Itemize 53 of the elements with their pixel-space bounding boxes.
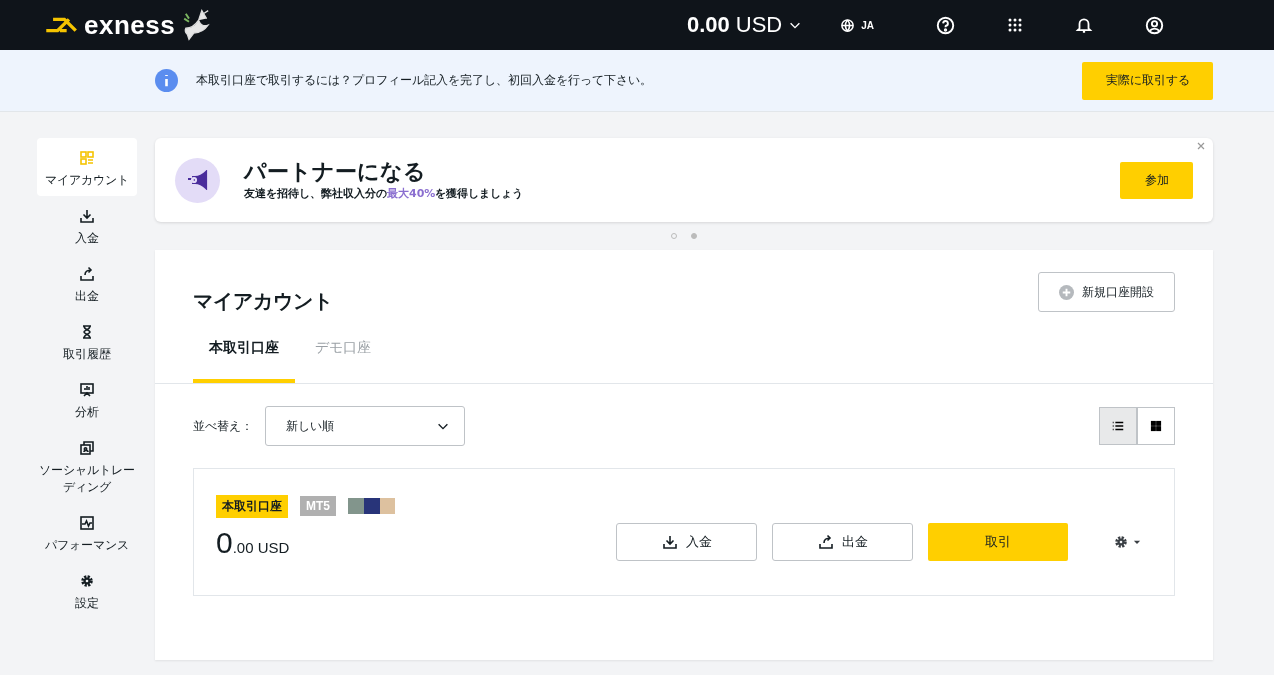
presentation-icon [79, 382, 95, 399]
apps-icon [1007, 17, 1023, 33]
account-type-badge: 本取引口座 [216, 494, 288, 518]
account-icon [1145, 15, 1164, 35]
new-account-button[interactable]: 新規口座開設 [1038, 272, 1175, 312]
horn-icon [175, 157, 220, 203]
language-button[interactable]: JA [840, 17, 874, 33]
carousel-dot[interactable] [691, 233, 697, 239]
join-button[interactable]: 参加 [1120, 161, 1193, 199]
close-icon [1195, 140, 1207, 152]
platform-badge: MT5 [300, 496, 336, 516]
sidebar-item[interactable]: パフォーマンス [37, 502, 137, 561]
grid-view-button[interactable] [1137, 407, 1175, 445]
sort-label: 並べ替え： [193, 417, 253, 435]
grid-icon [79, 150, 95, 166]
plus-circle-icon [1059, 284, 1074, 300]
sidebar-item[interactable]: ソーシャルトレーディング [37, 428, 137, 503]
banner-title: パートナーになる [244, 159, 427, 186]
bell-icon [1075, 16, 1093, 34]
sidebar-item[interactable]: 分析 [37, 370, 137, 429]
withdraw-button[interactable]: 出金 [772, 523, 913, 561]
redacted-number-drawing [348, 498, 395, 514]
grid-icon [1150, 420, 1162, 432]
upload-icon [817, 534, 834, 550]
logo-text: exness [84, 9, 176, 41]
account-tab[interactable]: 本取引口座 [193, 327, 295, 383]
banner-subtitle: 友達を招待し、弊社収入分の最大40%を獲得しましょう [244, 185, 524, 201]
chart-icon [79, 514, 95, 531]
info-icon [155, 69, 178, 92]
download-icon [79, 208, 95, 225]
balance-fraction: .00 USD [232, 538, 290, 556]
sidebar-item[interactable]: 設定 [37, 560, 137, 619]
balance-integer: 0 [216, 525, 233, 560]
list-icon [1111, 419, 1125, 433]
trade-button[interactable]: 取引 [928, 523, 1068, 561]
help-icon [936, 15, 955, 35]
section-title: マイアカウント [193, 288, 333, 315]
balance-dropdown[interactable]: 0.00 USD [686, 12, 803, 38]
deposit-button[interactable]: 入金 [616, 523, 757, 561]
list-view-button[interactable] [1099, 407, 1137, 445]
gear-icon [1113, 534, 1129, 550]
globe-icon [840, 17, 856, 33]
notice-text: 本取引口座で取引するには？プロフィール記入を完了し、初回入金を行って下さい。 [196, 72, 652, 89]
sidebar-item[interactable]: マイアカウント [37, 138, 137, 197]
trade-real-button[interactable]: 実際に取引する [1082, 61, 1213, 100]
sidebar-item[interactable]: 入金 [37, 196, 137, 255]
upload-icon [79, 266, 95, 283]
sidebar-item[interactable]: 出金 [37, 254, 137, 313]
download-icon [661, 534, 678, 550]
gear-icon [79, 572, 95, 589]
copy-icon [79, 440, 95, 457]
sidebar-item[interactable]: 取引履歴 [37, 312, 137, 371]
sort-dropdown[interactable]: 新しい順 [265, 406, 465, 446]
